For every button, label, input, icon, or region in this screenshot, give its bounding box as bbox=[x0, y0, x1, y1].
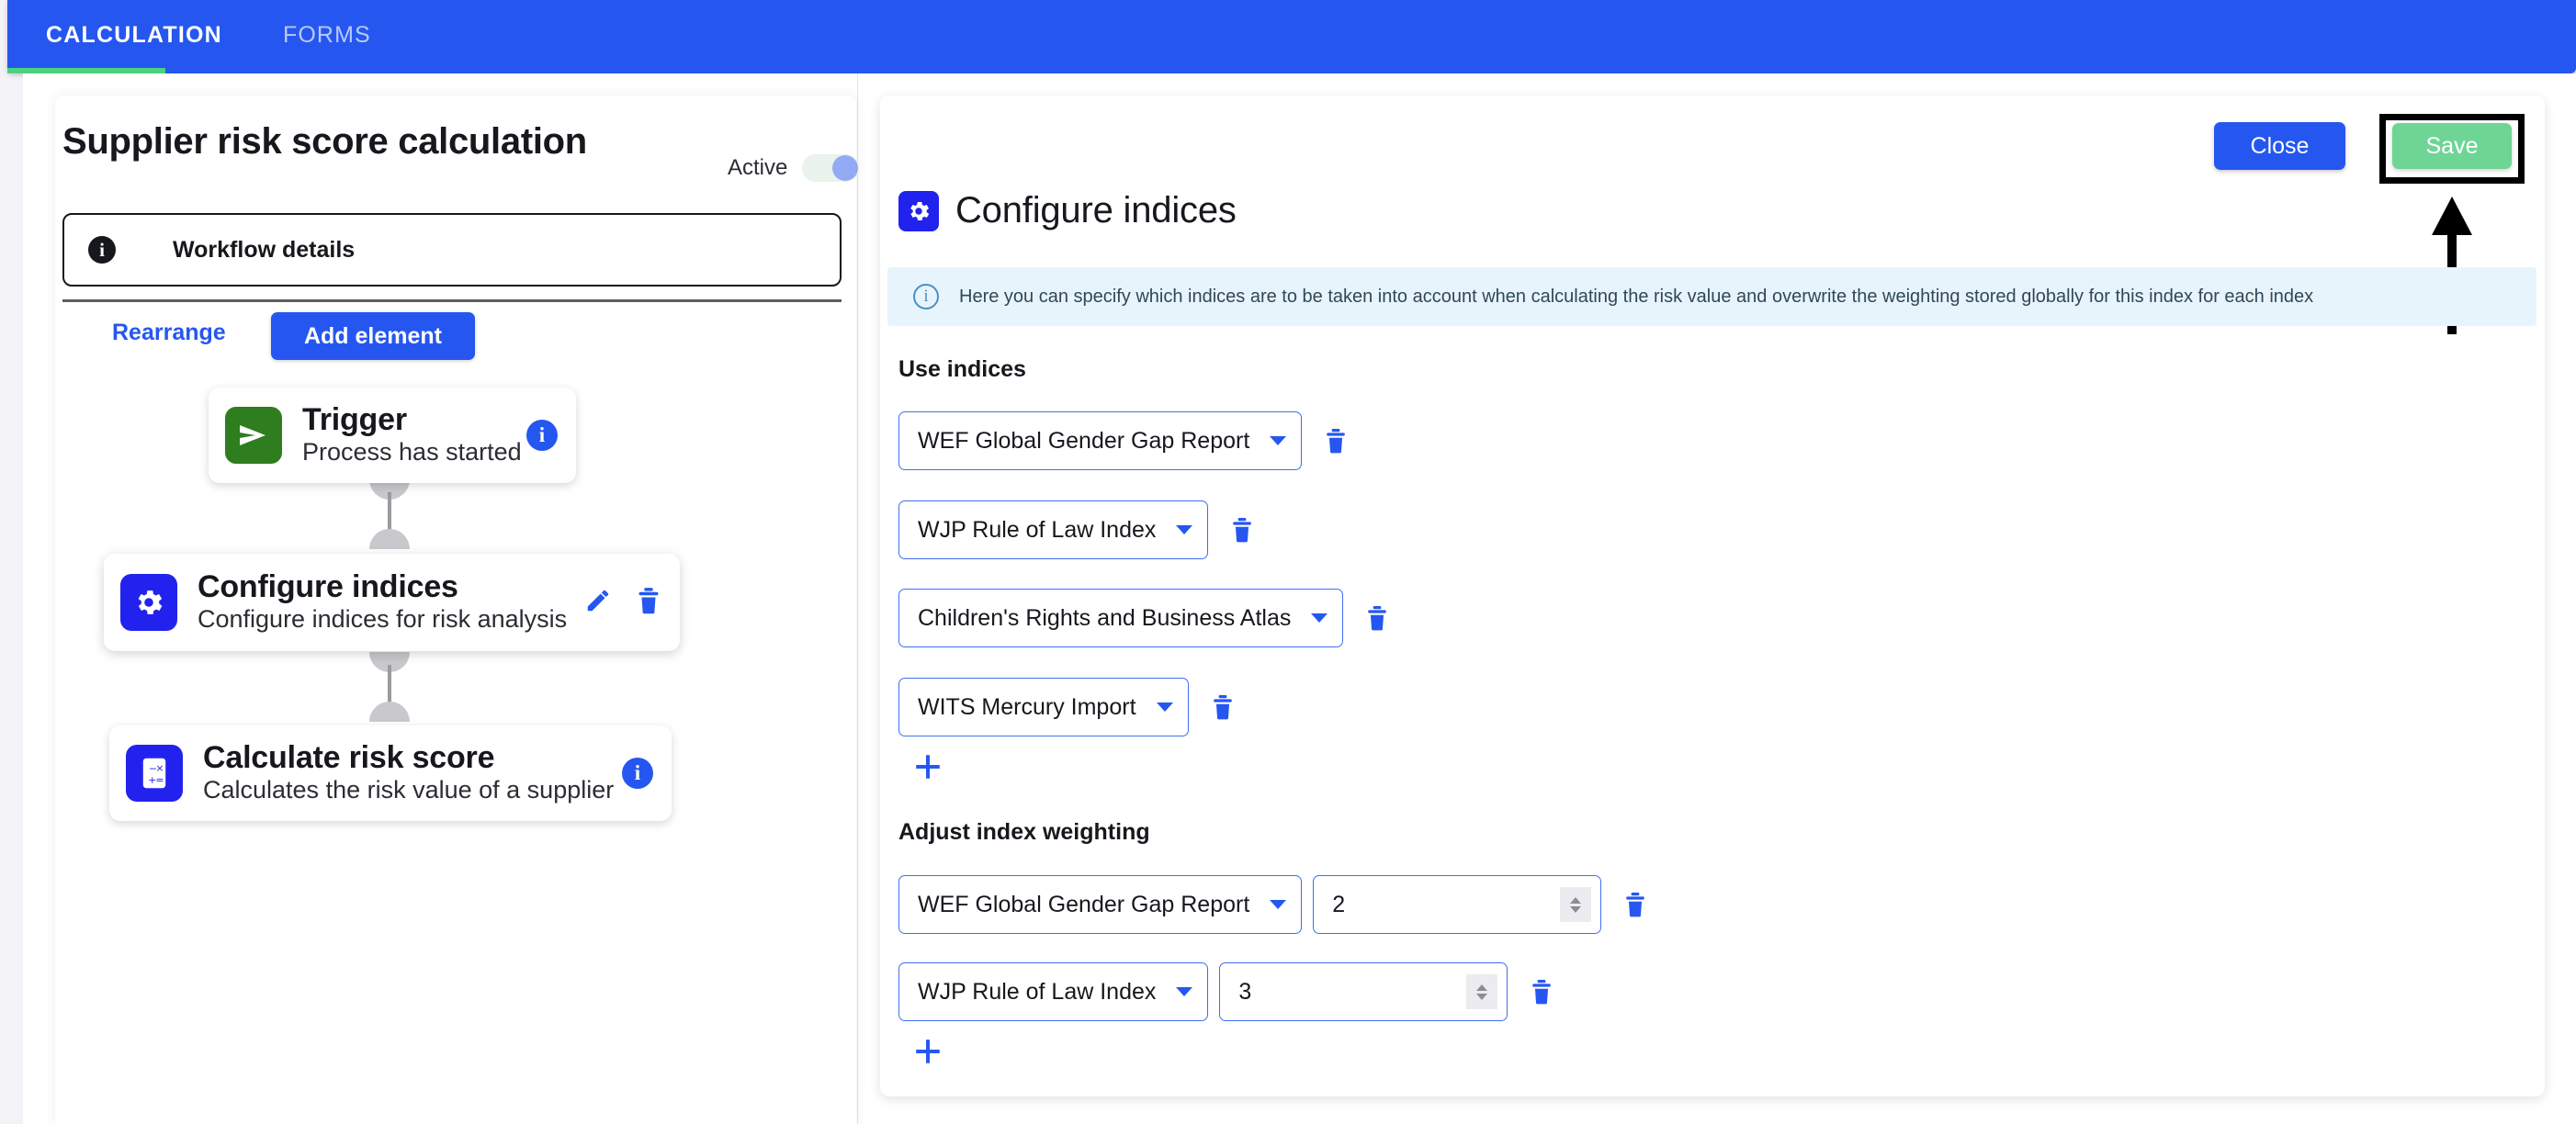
weight-value: 2 bbox=[1332, 891, 1346, 917]
chevron-up-icon bbox=[1476, 984, 1488, 991]
chevron-down-icon bbox=[1476, 993, 1488, 1000]
panel-title: Configure indices bbox=[955, 190, 1237, 230]
chevron-down-icon bbox=[1270, 436, 1287, 445]
connector-line bbox=[388, 492, 391, 533]
weight-input[interactable]: 2 bbox=[1313, 875, 1602, 934]
edit-pencil-icon[interactable] bbox=[584, 587, 612, 619]
workflow-node-trigger[interactable]: Trigger Process has started i bbox=[209, 388, 576, 483]
node-title: Configure indices bbox=[198, 568, 458, 604]
index-select-value: WITS Mercury Import bbox=[918, 693, 1136, 720]
index-select-value: WEF Global Gender Gap Report bbox=[918, 427, 1250, 454]
use-index-row: WITS Mercury Import bbox=[898, 678, 1235, 736]
node-actions: i bbox=[622, 758, 653, 789]
use-index-row: WEF Global Gender Gap Report bbox=[898, 411, 1348, 470]
trash-icon[interactable] bbox=[1324, 427, 1348, 455]
gear-icon bbox=[898, 190, 939, 231]
chevron-down-icon bbox=[1176, 987, 1193, 996]
toggle-knob bbox=[832, 155, 859, 181]
trigger-send-icon bbox=[225, 407, 282, 464]
node-actions bbox=[584, 587, 661, 619]
node-text: Calculate risk score Calculates the risk… bbox=[203, 739, 615, 805]
section-divider bbox=[62, 299, 842, 302]
weighting-index-select[interactable]: WEF Global Gender Gap Report bbox=[898, 875, 1303, 934]
rearrange-button[interactable]: Rearrange bbox=[112, 320, 226, 346]
info-circle-icon: i bbox=[913, 284, 939, 309]
info-banner-text: Here you can specify which indices are t… bbox=[959, 286, 2314, 307]
use-indices-label: Use indices bbox=[898, 356, 1026, 382]
chevron-down-icon bbox=[1570, 905, 1582, 913]
node-subtitle: Process has started bbox=[302, 438, 522, 466]
gear-icon bbox=[120, 574, 177, 631]
active-label: Active bbox=[728, 155, 788, 180]
active-toggle-group: Active bbox=[728, 154, 860, 182]
add-index-button[interactable] bbox=[912, 751, 943, 782]
chevron-down-icon bbox=[1311, 613, 1328, 623]
info-icon: i bbox=[88, 236, 116, 264]
weighting-index-value: WEF Global Gender Gap Report bbox=[918, 891, 1250, 917]
trash-icon[interactable] bbox=[1530, 978, 1554, 1006]
chevron-down-icon bbox=[1270, 900, 1287, 909]
node-text: Trigger Process has started bbox=[302, 401, 522, 467]
index-select[interactable]: WEF Global Gender Gap Report bbox=[898, 411, 1303, 470]
add-weighting-button[interactable] bbox=[912, 1036, 943, 1067]
svg-text:×: × bbox=[155, 762, 164, 774]
active-toggle[interactable] bbox=[802, 154, 860, 182]
page-title: Supplier risk score calculation bbox=[62, 121, 587, 162]
workflow-details-box[interactable]: i Workflow details bbox=[62, 213, 842, 287]
close-button[interactable]: Close bbox=[2214, 122, 2345, 170]
index-select[interactable]: WJP Rule of Law Index bbox=[898, 500, 1209, 559]
workflow-node-configure-indices[interactable]: Configure indices Configure indices for … bbox=[104, 554, 680, 651]
chevron-down-icon bbox=[1156, 702, 1173, 712]
index-select[interactable]: WITS Mercury Import bbox=[898, 678, 1189, 736]
trash-icon[interactable] bbox=[1365, 604, 1389, 632]
adjust-weighting-label: Adjust index weighting bbox=[898, 819, 1150, 845]
node-title: Trigger bbox=[302, 401, 407, 437]
add-element-button[interactable]: Add element bbox=[271, 312, 475, 360]
column-divider bbox=[857, 73, 858, 1124]
top-tab-bar: CALCULATION FORMS bbox=[7, 0, 2576, 73]
weight-input[interactable]: 3 bbox=[1219, 962, 1508, 1021]
chevron-up-icon bbox=[1570, 896, 1582, 904]
app-window: CALCULATION FORMS Supplier risk score ca… bbox=[0, 0, 2576, 1124]
node-actions: i bbox=[526, 420, 558, 451]
tab-forms[interactable]: FORMS bbox=[283, 22, 371, 49]
info-banner: i Here you can specify which indices are… bbox=[887, 267, 2536, 326]
chevron-down-icon bbox=[1176, 525, 1193, 534]
calculator-icon: − × + = bbox=[126, 745, 183, 802]
save-button[interactable]: Save bbox=[2392, 123, 2512, 169]
weight-value: 3 bbox=[1238, 978, 1252, 1005]
weight-stepper[interactable] bbox=[1560, 887, 1592, 922]
workflow-node-calculate-risk-score[interactable]: − × + = Calculate risk score Calculates … bbox=[109, 725, 672, 821]
use-index-row: WJP Rule of Law Index bbox=[898, 500, 1254, 559]
index-select-value: Children's Rights and Business Atlas bbox=[918, 604, 1292, 631]
use-index-row: Children's Rights and Business Atlas bbox=[898, 589, 1389, 647]
weighting-index-value: WJP Rule of Law Index bbox=[918, 978, 1157, 1005]
trash-icon[interactable] bbox=[1623, 891, 1647, 918]
index-select-value: WJP Rule of Law Index bbox=[918, 516, 1157, 543]
panel-header: Configure indices bbox=[898, 190, 1237, 231]
node-title: Calculate risk score bbox=[203, 739, 495, 775]
node-subtitle: Calculates the risk value of a supplier bbox=[203, 776, 615, 804]
trash-icon[interactable] bbox=[636, 587, 661, 619]
node-subtitle: Configure indices for risk analysis bbox=[198, 605, 568, 634]
info-badge-icon[interactable]: i bbox=[622, 758, 653, 789]
weight-stepper[interactable] bbox=[1466, 974, 1498, 1009]
trash-icon[interactable] bbox=[1211, 693, 1235, 721]
node-text: Configure indices Configure indices for … bbox=[198, 568, 568, 635]
index-select[interactable]: Children's Rights and Business Atlas bbox=[898, 589, 1344, 647]
svg-text:=: = bbox=[155, 774, 164, 786]
connector-line bbox=[388, 665, 391, 705]
info-badge-icon[interactable]: i bbox=[526, 420, 558, 451]
weighting-row: WJP Rule of Law Index 3 bbox=[898, 962, 1554, 1021]
weighting-index-select[interactable]: WJP Rule of Law Index bbox=[898, 962, 1209, 1021]
weighting-row: WEF Global Gender Gap Report 2 bbox=[898, 875, 1647, 934]
tab-calculation[interactable]: CALCULATION bbox=[46, 22, 222, 49]
trash-icon[interactable] bbox=[1230, 516, 1254, 544]
workflow-details-label: Workflow details bbox=[173, 236, 356, 263]
